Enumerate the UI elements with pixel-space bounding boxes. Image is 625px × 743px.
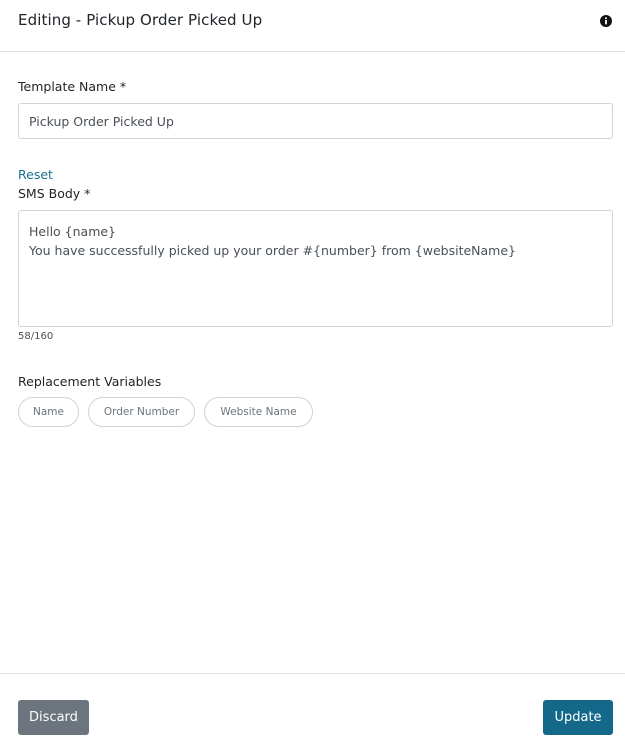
edit-template-modal: Editing - Pickup Order Picked Up Templat… — [0, 0, 625, 743]
character-count: 58/160 — [18, 331, 54, 342]
template-name-label: Template Name * — [18, 79, 127, 94]
modal-title: Editing - Pickup Order Picked Up — [18, 11, 263, 29]
replacement-variables-label: Replacement Variables — [18, 374, 162, 389]
variable-chip-name[interactable]: Name — [18, 397, 79, 427]
template-name-input[interactable] — [18, 103, 613, 139]
sms-body-label: SMS Body * — [18, 186, 91, 201]
update-button[interactable]: Update — [543, 700, 613, 735]
variable-chip-website-name[interactable]: Website Name — [204, 397, 313, 427]
variable-chip-order-number[interactable]: Order Number — [88, 397, 195, 427]
modal-header: Editing - Pickup Order Picked Up — [0, 0, 625, 52]
modal-footer: Discard Update — [0, 673, 625, 743]
info-icon[interactable] — [600, 15, 612, 27]
sms-body-textarea[interactable] — [18, 210, 613, 327]
discard-button[interactable]: Discard — [18, 700, 89, 735]
reset-link[interactable]: Reset — [18, 167, 53, 182]
